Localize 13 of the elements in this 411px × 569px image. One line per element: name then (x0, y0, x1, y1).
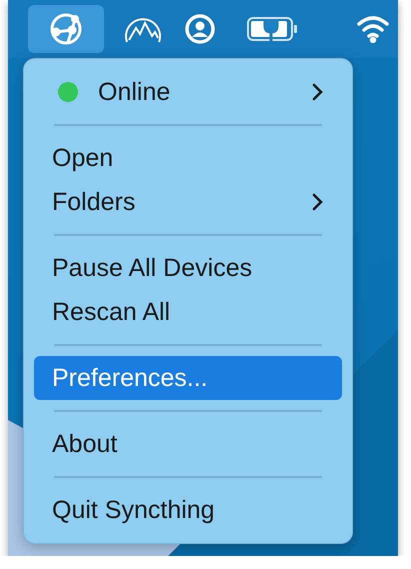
menu-bar-item[interactable] (28, 5, 104, 53)
menu-item[interactable]: Online (34, 70, 342, 114)
battery-icon (247, 16, 299, 42)
wifi-icon (356, 15, 390, 43)
person-icon (184, 13, 216, 45)
network-icon (48, 11, 84, 47)
menu-item[interactable]: Quit Syncthing (34, 488, 342, 532)
menu-item[interactable]: Rescan All (34, 290, 342, 334)
menu-item[interactable]: Pause All Devices (34, 246, 342, 290)
menu-item[interactable]: About (34, 422, 342, 466)
menu-item[interactable]: Folders (34, 180, 342, 224)
menu-item[interactable]: Open (34, 136, 342, 180)
menu-item[interactable]: Preferences... (34, 356, 342, 400)
